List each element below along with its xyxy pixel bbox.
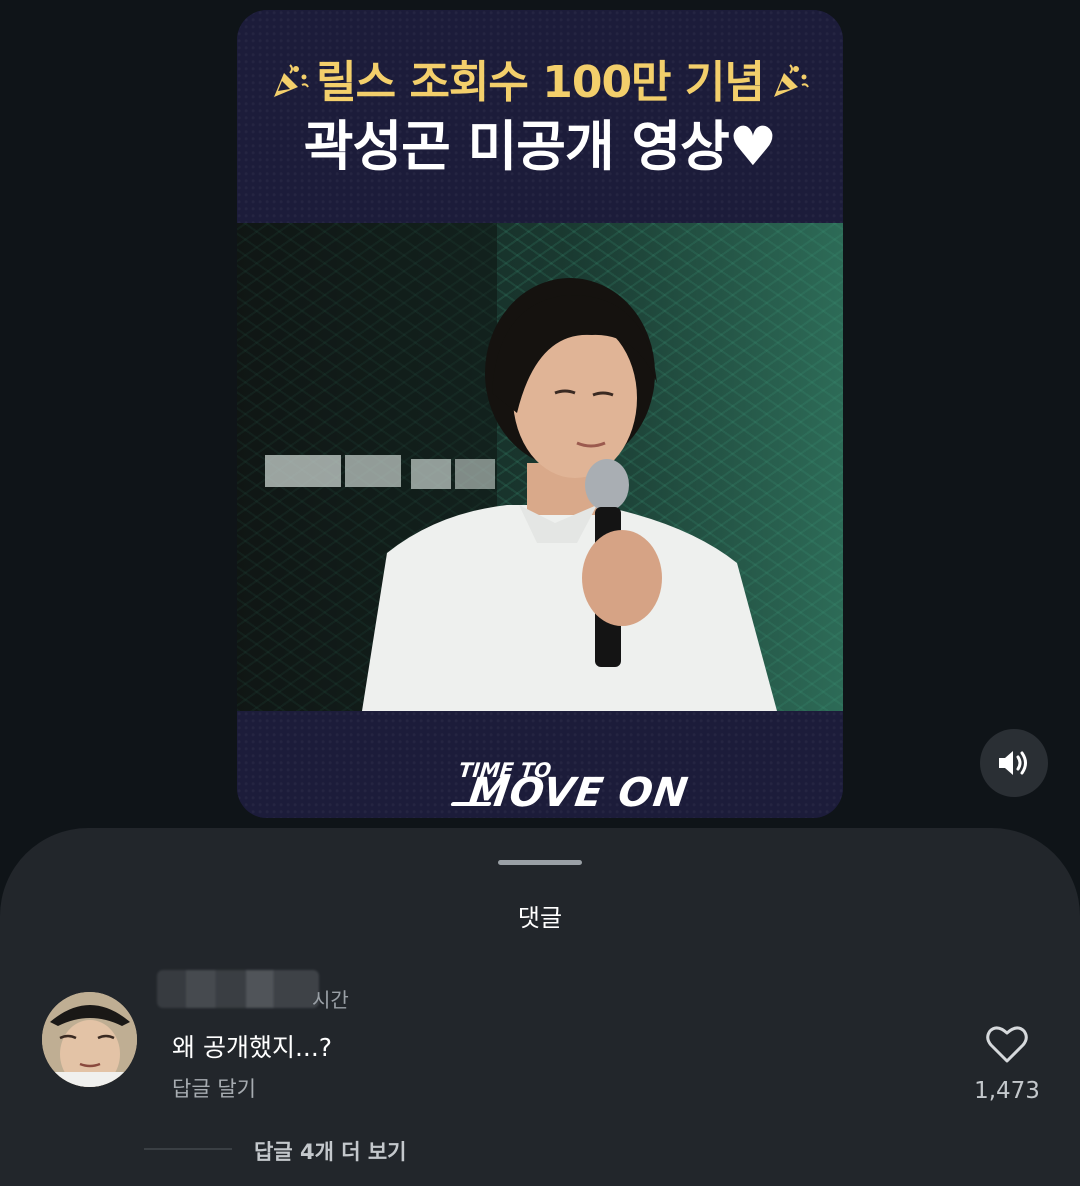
slogan-move-on: MOVE ON — [465, 770, 692, 816]
reply-button[interactable]: 답글 달기 — [172, 1073, 256, 1103]
video-headline-line1: 릴스 조회수 100만 기념 — [237, 46, 843, 110]
sound-toggle-button[interactable] — [980, 729, 1048, 797]
like-count: 1,473 — [974, 1078, 1040, 1104]
comment-timestamp: 시간 — [312, 988, 349, 1012]
headline-line1-text: 릴스 조회수 100만 기념 — [316, 57, 765, 108]
commenter-avatar[interactable] — [42, 992, 137, 1087]
comments-sheet: 댓글 시간 왜 공개했지...? 답글 달기 1,473 답글 4개 더 보기 — [0, 828, 1080, 1186]
volume-icon — [999, 751, 1027, 775]
comments-title: 댓글 — [517, 904, 563, 932]
reels-screen: 릴스 조회수 100만 기념 곽성곤 미공개 영상♥ TIME TO MOVE … — [0, 0, 1080, 1186]
commenter-username-blurred[interactable] — [157, 970, 319, 1008]
replies-divider — [144, 1148, 232, 1150]
heart-icon[interactable] — [985, 1024, 1029, 1064]
party-popper-icon — [274, 64, 310, 97]
video-scene — [237, 223, 777, 711]
party-popper-icon — [773, 64, 809, 97]
view-more-replies-button[interactable]: 답글 4개 더 보기 — [254, 1136, 406, 1166]
avatar-image — [42, 992, 137, 1087]
reel-video[interactable]: 릴스 조회수 100만 기념 곽성곤 미공개 영상♥ TIME TO MOVE … — [237, 10, 843, 818]
comment-text: 왜 공개했지...? — [172, 1033, 333, 1062]
video-frame — [237, 223, 843, 711]
sheet-drag-handle[interactable] — [498, 860, 582, 865]
video-headline-line2: 곽성곤 미공개 영상♥ — [303, 115, 777, 178]
